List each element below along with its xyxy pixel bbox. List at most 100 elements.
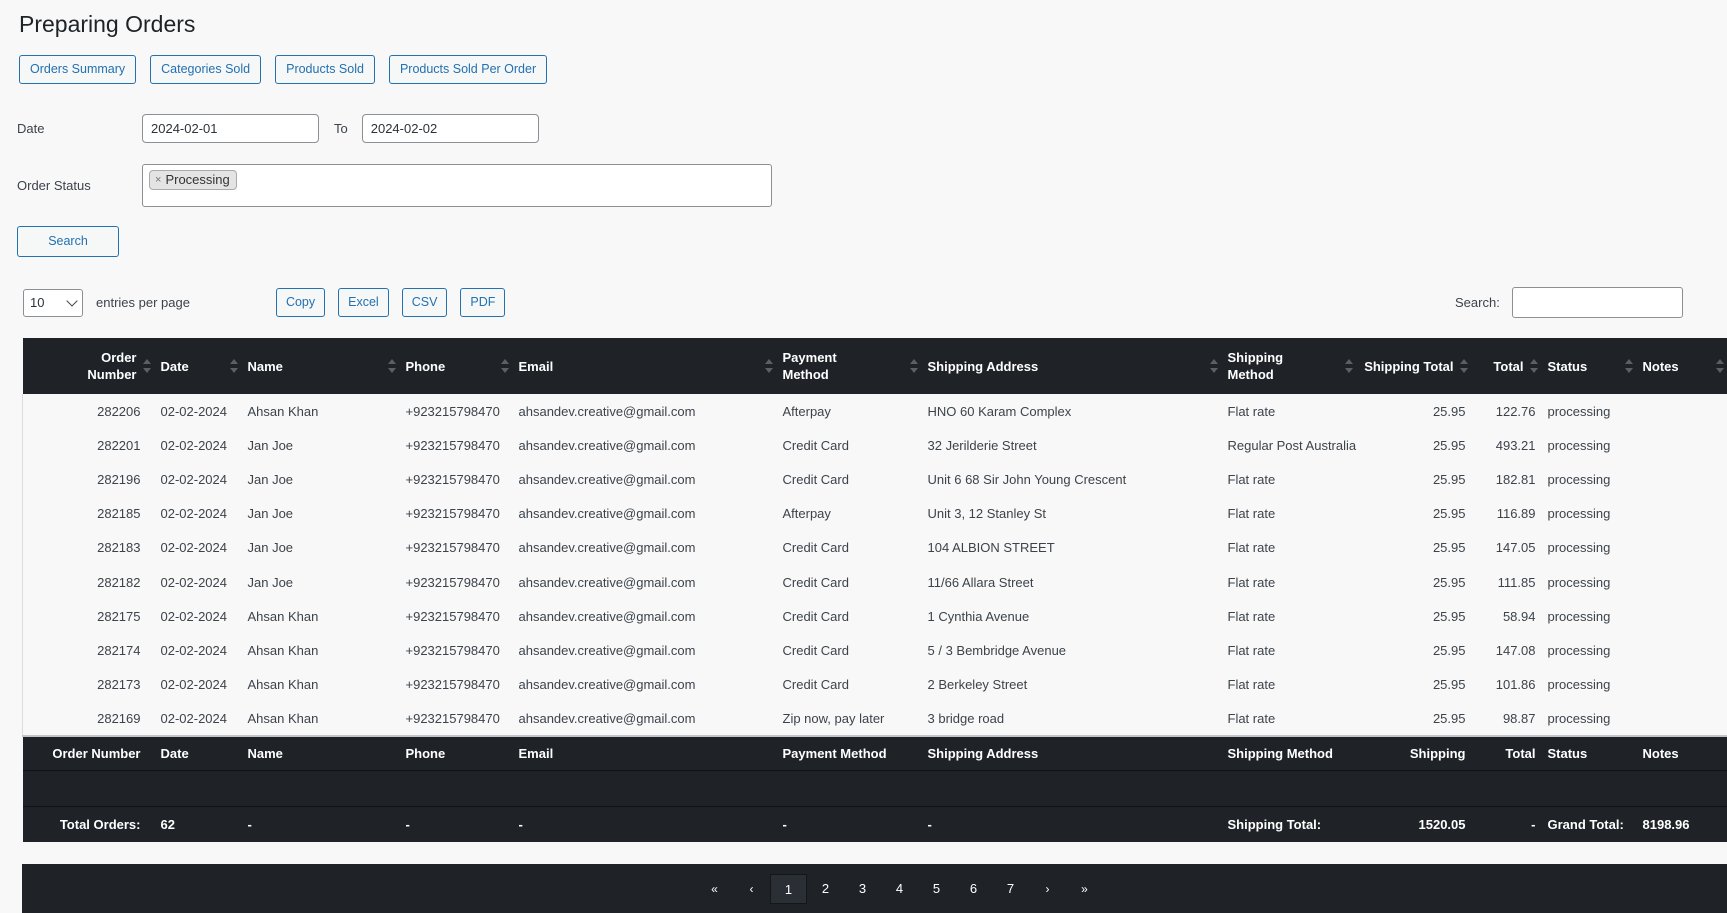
column-header-label: Total bbox=[1493, 358, 1524, 374]
table-row[interactable]: 282206 02-02-2024 Ahsan Khan +923215798470 a… bbox=[22, 394, 1727, 429]
footer-empty-cell bbox=[22, 770, 155, 807]
column-header-name[interactable]: Name bbox=[241, 338, 400, 394]
cell-shipping-total: 25.95 bbox=[1356, 530, 1472, 565]
page-button-4[interactable]: 4 bbox=[881, 874, 918, 904]
cell-shipping-method: Flat rate bbox=[1221, 496, 1357, 531]
footer-header-shipping-method: Shipping Method bbox=[1221, 734, 1357, 771]
column-header-payment-method[interactable]: Payment Method bbox=[776, 338, 922, 394]
column-header-shipping-total[interactable]: Shipping Total bbox=[1356, 338, 1472, 394]
cell-shipping-address: 3 bridge road bbox=[921, 701, 1222, 736]
page-button-5[interactable]: 5 bbox=[918, 874, 955, 904]
footer-empty-cell bbox=[776, 770, 922, 807]
cell-order-number: 282175 bbox=[22, 599, 155, 634]
column-header-email[interactable]: Email bbox=[512, 338, 777, 394]
cell-total: 122.76 bbox=[1471, 394, 1542, 429]
entries-per-page-select[interactable]: 10 bbox=[23, 288, 83, 317]
order-status-select[interactable]: × Processing bbox=[142, 164, 772, 207]
page-button-6[interactable]: 6 bbox=[955, 874, 992, 904]
grand-total-value: 8198.96 bbox=[1636, 806, 1727, 842]
column-header-shipping-address[interactable]: Shipping Address bbox=[921, 338, 1222, 394]
cell-notes bbox=[1636, 667, 1727, 702]
cell-payment-method: Credit Card bbox=[776, 564, 922, 600]
cell-date: 02-02-2024 bbox=[154, 496, 242, 531]
pagination: «‹ 1 2 3 4 5 6 7 ›» bbox=[696, 874, 1103, 904]
table-row[interactable]: 282169 02-02-2024 Ahsan Khan +923215798470 a… bbox=[22, 701, 1727, 736]
footer-header-status: Status bbox=[1541, 734, 1637, 771]
date-from-input[interactable] bbox=[142, 114, 319, 143]
pdf-button[interactable]: PDF bbox=[460, 288, 506, 317]
cell-date: 02-02-2024 bbox=[154, 633, 242, 668]
cell-shipping-method: Flat rate bbox=[1221, 701, 1357, 736]
table-row[interactable]: 282185 02-02-2024 Jan Joe +923215798470 ahsa… bbox=[22, 496, 1727, 531]
remove-chip-icon[interactable]: × bbox=[155, 171, 161, 189]
footer-header-row: Order Number Date Name Phone Email Payment Me… bbox=[22, 734, 1727, 771]
column-header-date[interactable]: Date bbox=[154, 338, 242, 394]
table-search-input[interactable] bbox=[1511, 287, 1683, 318]
table-row[interactable]: 282173 02-02-2024 Ahsan Khan +923215798470 a… bbox=[22, 667, 1727, 702]
page-button-1[interactable]: 1 bbox=[770, 874, 807, 904]
email-total: - bbox=[512, 806, 777, 842]
products-sold-button[interactable]: Products Sold bbox=[275, 55, 375, 84]
cell-total: 147.05 bbox=[1471, 530, 1542, 565]
table-row[interactable]: 282183 02-02-2024 Jan Joe +923215798470 ahsa… bbox=[22, 530, 1727, 565]
categories-sold-button[interactable]: Categories Sold bbox=[150, 55, 262, 84]
footer-empty-cell bbox=[1541, 770, 1637, 807]
table-row[interactable]: 282174 02-02-2024 Ahsan Khan +923215798470 a… bbox=[22, 633, 1727, 668]
cell-notes bbox=[1636, 530, 1727, 565]
cell-date: 02-02-2024 bbox=[154, 530, 242, 565]
last-page-button[interactable]: » bbox=[1066, 874, 1103, 904]
column-header-status[interactable]: Status bbox=[1541, 338, 1637, 394]
cell-total: 101.86 bbox=[1471, 667, 1542, 702]
sort-icon bbox=[1715, 359, 1724, 373]
copy-button[interactable]: Copy bbox=[275, 288, 326, 317]
table-row[interactable]: 282201 02-02-2024 Jan Joe +923215798470 ahsa… bbox=[22, 428, 1727, 463]
cell-shipping-total: 25.95 bbox=[1356, 633, 1472, 668]
cell-shipping-address: 1 Cynthia Avenue bbox=[921, 599, 1222, 634]
first-page-button[interactable]: « bbox=[696, 874, 733, 904]
cell-payment-method: Afterpay bbox=[776, 496, 922, 531]
cell-notes bbox=[1636, 701, 1727, 736]
table-row[interactable]: 282196 02-02-2024 Jan Joe +923215798470 ahsa… bbox=[22, 462, 1727, 497]
footer-header-phone: Phone bbox=[399, 734, 513, 771]
entries-value: 10 bbox=[30, 295, 45, 310]
footer-header-email: Email bbox=[512, 734, 777, 771]
footer-empty-cell bbox=[1636, 770, 1727, 807]
footer-header-name: Name bbox=[241, 734, 400, 771]
column-header-shipping-method[interactable]: Shipping Method bbox=[1221, 338, 1357, 394]
table-row[interactable]: 282175 02-02-2024 Ahsan Khan +923215798470 a… bbox=[22, 599, 1727, 634]
cell-order-number: 282206 bbox=[22, 394, 155, 429]
footer-header-shipping-address: Shipping Address bbox=[921, 734, 1222, 771]
cell-order-number: 282174 bbox=[22, 633, 155, 668]
page-button-3[interactable]: 3 bbox=[844, 874, 881, 904]
footer-empty-row bbox=[22, 770, 1727, 807]
status-chip-label: Processing bbox=[165, 172, 230, 187]
cell-notes bbox=[1636, 394, 1727, 429]
cell-payment-method: Credit Card bbox=[776, 633, 922, 668]
cell-date: 02-02-2024 bbox=[154, 462, 242, 497]
products-sold-per-order-button[interactable]: Products Sold Per Order bbox=[388, 55, 548, 84]
column-header-order-number[interactable]: Order Number bbox=[22, 338, 155, 394]
search-button[interactable]: Search bbox=[17, 226, 119, 257]
column-header-phone[interactable]: Phone bbox=[399, 338, 513, 394]
cell-date: 02-02-2024 bbox=[154, 667, 242, 702]
date-to-input[interactable] bbox=[361, 114, 539, 143]
date-label: Date bbox=[17, 121, 45, 136]
footer-empty-cell bbox=[241, 770, 400, 807]
grand-total-label: Grand Total: bbox=[1541, 806, 1637, 842]
page-button-7[interactable]: 7 bbox=[992, 874, 1029, 904]
column-header-label: Status bbox=[1547, 358, 1588, 374]
excel-button[interactable]: Excel bbox=[338, 288, 389, 317]
cell-shipping-method: Flat rate bbox=[1221, 462, 1357, 497]
next-page-button[interactable]: › bbox=[1029, 874, 1066, 904]
sort-icon bbox=[1344, 359, 1353, 373]
cell-shipping-total: 25.95 bbox=[1356, 462, 1472, 497]
page-button-2[interactable]: 2 bbox=[807, 874, 844, 904]
column-header-notes[interactable]: Notes bbox=[1636, 338, 1727, 394]
column-header-total[interactable]: Total bbox=[1471, 338, 1542, 394]
orders-summary-button[interactable]: Orders Summary bbox=[19, 55, 137, 84]
csv-button[interactable]: CSV bbox=[401, 288, 448, 317]
cell-name: Jan Joe bbox=[241, 462, 400, 497]
footer-empty-cell bbox=[1471, 770, 1542, 807]
prev-page-button[interactable]: ‹ bbox=[733, 874, 770, 904]
table-row[interactable]: 282182 02-02-2024 Jan Joe +923215798470 ahsa… bbox=[22, 564, 1727, 600]
